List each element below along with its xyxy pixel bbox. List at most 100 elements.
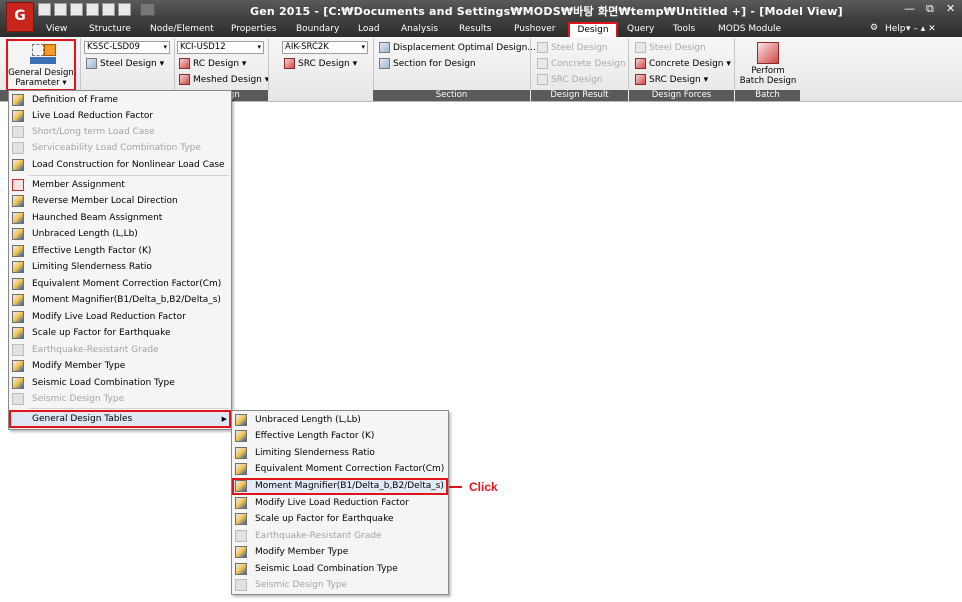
menu-item-load-construction-nonlinear[interactable]: Load Construction for Nonlinear Load Cas…	[9, 157, 231, 173]
table-icon	[12, 377, 24, 389]
restore-icon[interactable]: ⧉	[926, 2, 934, 16]
menu-item-live-load-reduction-factor[interactable]: Live Load Reduction Factor	[9, 108, 231, 124]
submenu-item-moment-magnifier[interactable]: Moment Magnifier(B1/Delta_b,B2/Delta_s)	[232, 478, 448, 495]
meshed-design-icon	[179, 74, 190, 85]
steel-design-button[interactable]: Steel Design ▾	[86, 58, 164, 69]
menu-item-moment-magnifier[interactable]: Moment Magnifier(B1/Delta_b,B2/Delta_s)	[9, 292, 231, 308]
forces-steel-design-button[interactable]: Steel Design	[635, 42, 706, 53]
table-icon	[235, 546, 247, 558]
menu-boundary[interactable]: Boundary	[296, 24, 339, 34]
quick-access-dropdown-icon[interactable]	[140, 3, 155, 16]
menu-query[interactable]: Query	[627, 24, 654, 34]
minimize-icon[interactable]: —	[904, 2, 915, 15]
grid-icon	[32, 44, 44, 56]
menu-item-member-assignment[interactable]: Member Assignment	[9, 177, 231, 193]
open-file-icon[interactable]	[54, 3, 67, 16]
table-icon	[235, 497, 247, 509]
table-icon	[12, 344, 24, 356]
table-icon	[235, 463, 247, 475]
menu-item-haunched-beam-assignment[interactable]: Haunched Beam Assignment	[9, 210, 231, 226]
close-icon[interactable]: ✕	[946, 2, 955, 15]
menu-item-seismic-load-combination-type[interactable]: Seismic Load Combination Type	[9, 375, 231, 391]
menu-structure[interactable]: Structure	[89, 24, 131, 34]
menu-item-reverse-member-local-direction[interactable]: Reverse Member Local Direction	[9, 193, 231, 209]
menu-item-unbraced-length[interactable]: Unbraced Length (L,Lb)	[9, 226, 231, 242]
menu-help[interactable]: Help	[885, 24, 906, 34]
menu-load[interactable]: Load	[358, 24, 380, 34]
menu-pushover[interactable]: Pushover	[514, 24, 555, 34]
menu-item-earthquake-resistant-grade[interactable]: Earthquake-Resistant Grade	[9, 342, 231, 358]
table-icon	[12, 294, 24, 306]
menu-item-equivalent-moment-correction-factor[interactable]: Equivalent Moment Correction Factor(Cm)	[9, 276, 231, 292]
general-design-tables-submenu: Unbraced Length (L,Lb) Effective Length …	[231, 410, 449, 595]
section-icon	[379, 58, 390, 69]
menu-properties[interactable]: Properties	[231, 24, 276, 34]
section-for-design-button[interactable]: Section for Design	[379, 58, 476, 69]
design-icon	[44, 44, 56, 56]
result-steel-design-button[interactable]: Steel Design	[537, 42, 608, 53]
menu-item-general-design-tables[interactable]: General Design Tables ▶	[9, 410, 231, 428]
table-icon	[235, 513, 247, 525]
src-design-button[interactable]: SRC Design ▾	[284, 58, 357, 69]
menu-item-definition-of-frame[interactable]: Definition of Frame	[9, 92, 231, 108]
submenu-item-effective-length-factor[interactable]: Effective Length Factor (K)	[232, 428, 448, 444]
table-icon	[12, 327, 24, 339]
help-dropdown-icon[interactable]: ▾ – ▴ ✕	[906, 24, 936, 34]
save-icon[interactable]	[86, 3, 99, 16]
haunched-beam-icon	[12, 212, 24, 224]
submenu-item-scale-up-factor-earthquake[interactable]: Scale up Factor for Earthquake	[232, 511, 448, 527]
click-annotation-line	[449, 486, 462, 488]
menu-item-serviceability-load-combination-type[interactable]: Serviceability Load Combination Type	[9, 140, 231, 156]
submenu-item-modify-member-type[interactable]: Modify Member Type	[232, 544, 448, 560]
forces-src-design-button[interactable]: SRC Design ▾	[635, 74, 708, 85]
print-preview-icon[interactable]	[118, 3, 131, 16]
submenu-item-limiting-slenderness-ratio[interactable]: Limiting Slenderness Ratio	[232, 445, 448, 461]
menu-item-modify-live-load-reduction-factor[interactable]: Modify Live Load Reduction Factor	[9, 309, 231, 325]
batch-design-icon[interactable]	[757, 42, 779, 64]
table-icon	[235, 563, 247, 575]
table-icon	[235, 414, 247, 426]
menu-results[interactable]: Results	[459, 24, 492, 34]
submenu-item-unbraced-length[interactable]: Unbraced Length (L,Lb)	[232, 412, 448, 428]
menu-view[interactable]: View	[46, 24, 67, 34]
menu-item-modify-member-type[interactable]: Modify Member Type	[9, 358, 231, 374]
perform-batch-design-button[interactable]: Perform Batch Design	[736, 66, 800, 86]
submenu-item-earthquake-resistant-grade[interactable]: Earthquake-Resistant Grade	[232, 528, 448, 544]
menu-tools[interactable]: Tools	[673, 24, 695, 34]
submenu-item-seismic-design-type[interactable]: Seismic Design Type	[232, 577, 448, 593]
open-folder-icon[interactable]	[70, 3, 83, 16]
new-file-icon[interactable]	[38, 3, 51, 16]
menu-item-scale-up-factor-earthquake[interactable]: Scale up Factor for Earthquake	[9, 325, 231, 341]
submenu-item-modify-live-load-reduction-factor[interactable]: Modify Live Load Reduction Factor	[232, 495, 448, 511]
modify-icon	[12, 311, 24, 323]
menu-item-short-long-term-load-case[interactable]: Short/Long term Load Case	[9, 124, 231, 140]
table-icon	[235, 447, 247, 459]
menu-mods-module[interactable]: MODS Module	[718, 24, 781, 34]
rc-design-button[interactable]: RC Design ▾	[179, 58, 246, 69]
member-assignment-icon	[12, 179, 24, 191]
forces-concrete-design-button[interactable]: Concrete Design ▾	[635, 58, 731, 69]
src-code-select[interactable]: AIK-SRC2K ▾	[282, 41, 368, 54]
menu-analysis[interactable]: Analysis	[401, 24, 438, 34]
submenu-item-equivalent-moment-correction-factor[interactable]: Equivalent Moment Correction Factor(Cm)	[232, 461, 448, 477]
result-concrete-design-button[interactable]: Concrete Design	[537, 58, 625, 69]
app-logo[interactable]: G	[6, 2, 34, 32]
table-icon	[12, 142, 24, 154]
displacement-optimal-design-button[interactable]: Displacement Optimal Design...	[379, 42, 536, 53]
steel-code-select[interactable]: KSSC-LSD09 ▾	[84, 41, 170, 54]
gear-icon[interactable]: ⚙	[870, 23, 878, 33]
concrete-result-icon	[537, 58, 548, 69]
table-icon	[12, 278, 24, 290]
steel-result-icon	[537, 42, 548, 53]
rc-code-select[interactable]: KCI-USD12 ▾	[177, 41, 264, 54]
result-src-design-button[interactable]: SRC Design	[537, 74, 603, 85]
table-icon	[235, 530, 247, 542]
submenu-item-seismic-load-combination-type[interactable]: Seismic Load Combination Type	[232, 561, 448, 577]
menu-item-limiting-slenderness-ratio[interactable]: Limiting Slenderness Ratio	[9, 259, 231, 275]
print-icon[interactable]	[102, 3, 115, 16]
menu-item-effective-length-factor[interactable]: Effective Length Factor (K)	[9, 243, 231, 259]
submenu-arrow-icon: ▶	[221, 415, 227, 423]
meshed-design-button[interactable]: Meshed Design ▾	[179, 74, 269, 85]
menu-node-element[interactable]: Node/Element	[150, 24, 214, 34]
menu-item-seismic-design-type[interactable]: Seismic Design Type	[9, 391, 231, 407]
